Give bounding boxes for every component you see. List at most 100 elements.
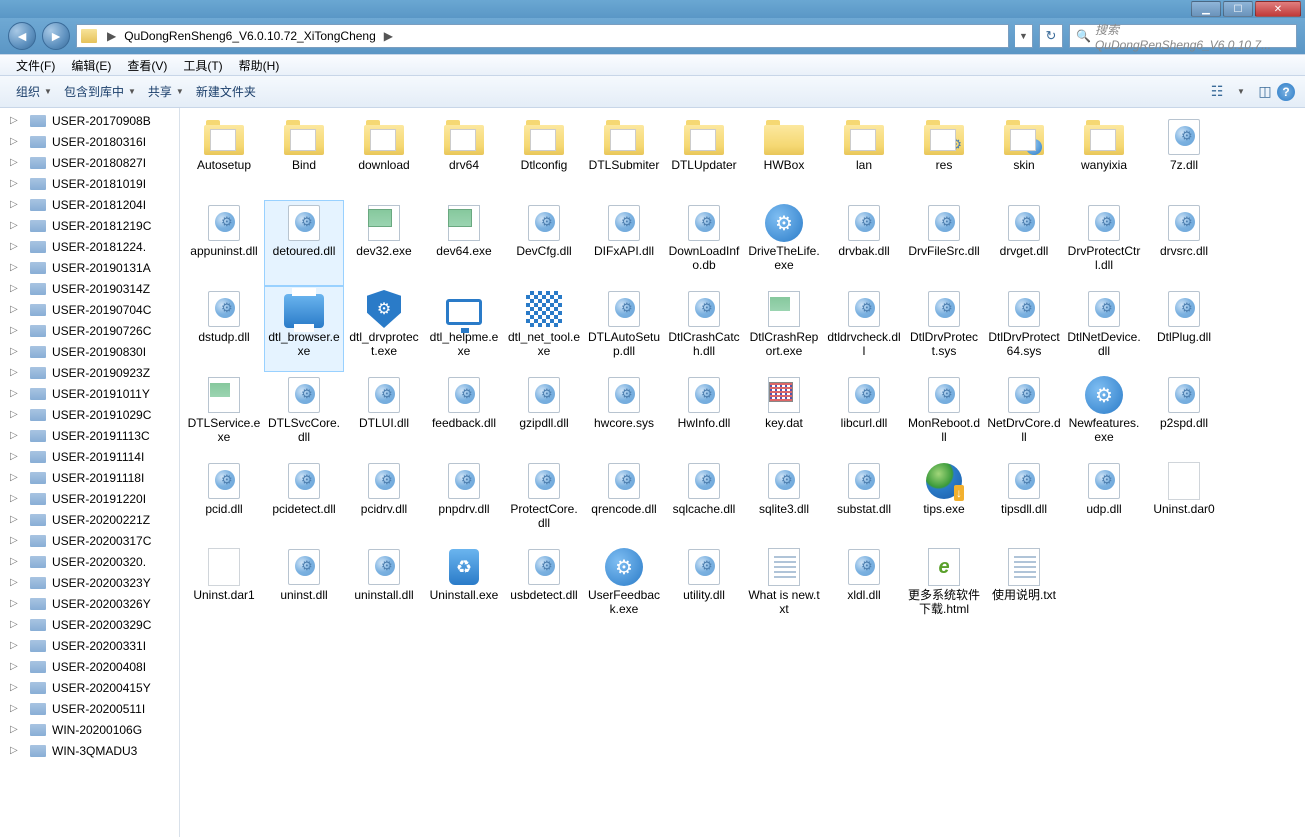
file-item[interactable]: drv64 — [424, 114, 504, 200]
file-item[interactable]: uninst.dll — [264, 544, 344, 630]
file-item[interactable]: libcurl.dll — [824, 372, 904, 458]
chevron-down-icon[interactable]: ▼ — [1229, 80, 1253, 104]
file-item[interactable]: skin — [984, 114, 1064, 200]
tree-item[interactable]: ▷USER-20200511I — [0, 698, 179, 719]
file-item[interactable]: pcidrv.dll — [344, 458, 424, 544]
tree-item[interactable]: ▷USER-20191029C — [0, 404, 179, 425]
file-item[interactable]: xldl.dll — [824, 544, 904, 630]
new-folder-button[interactable]: 新建文件夹 — [190, 79, 262, 104]
file-view[interactable]: AutosetupBinddownloaddrv64DtlconfigDTLSu… — [180, 108, 1305, 837]
file-item[interactable]: detoured.dll — [264, 200, 344, 286]
file-item[interactable]: DrvFileSrc.dll — [904, 200, 984, 286]
back-button[interactable]: ◄ — [8, 22, 36, 50]
file-item[interactable]: appuninst.dll — [184, 200, 264, 286]
navigation-tree[interactable]: ▷USER-20170908B▷USER-20180316I▷USER-2018… — [0, 108, 180, 837]
file-item[interactable]: p2spd.dll — [1144, 372, 1224, 458]
tree-item[interactable]: ▷USER-20181019I — [0, 173, 179, 194]
file-item[interactable]: sqlcache.dll — [664, 458, 744, 544]
share-button[interactable]: 共享▼ — [142, 79, 190, 104]
tree-item[interactable]: ▷USER-20191114I — [0, 446, 179, 467]
file-item[interactable]: udp.dll — [1064, 458, 1144, 544]
tree-item[interactable]: ▷WIN-20200106G — [0, 719, 179, 740]
file-item[interactable]: 使用说明.txt — [984, 544, 1064, 630]
file-item[interactable]: tipsdll.dll — [984, 458, 1064, 544]
file-item[interactable]: DtlCrashCatch.dll — [664, 286, 744, 372]
file-item[interactable]: dtl_net_tool.exe — [504, 286, 584, 372]
file-item[interactable]: ⚙dtl_drvprotect.exe — [344, 286, 424, 372]
file-item[interactable]: What is new.txt — [744, 544, 824, 630]
file-item[interactable]: DrvProtectCtrl.dll — [1064, 200, 1144, 286]
tree-item[interactable]: ▷USER-20181224. — [0, 236, 179, 257]
breadcrumb-folder[interactable]: QuDongRenSheng6_V6.0.10.72_XiTongCheng — [120, 29, 380, 43]
tree-item[interactable]: ▷USER-20191011Y — [0, 383, 179, 404]
tree-item[interactable]: ▷USER-20200415Y — [0, 677, 179, 698]
menu-edit[interactable]: 编辑(E) — [63, 55, 119, 76]
file-item[interactable]: DTLSvcCore.dll — [264, 372, 344, 458]
refresh-button[interactable]: ↻ — [1039, 24, 1063, 48]
file-item[interactable]: dtl_helpme.exe — [424, 286, 504, 372]
file-item[interactable]: gzipdll.dll — [504, 372, 584, 458]
search-input[interactable]: 🔍 搜索 QuDongRenSheng6_V6.0.10.7... — [1069, 24, 1297, 48]
file-item[interactable]: DTLService.exe — [184, 372, 264, 458]
expand-icon[interactable]: ▷ — [10, 283, 18, 294]
address-bar[interactable]: ▶ QuDongRenSheng6_V6.0.10.72_XiTongCheng… — [76, 24, 1009, 48]
file-item[interactable]: pnpdrv.dll — [424, 458, 504, 544]
address-dropdown[interactable]: ▼ — [1015, 24, 1033, 48]
forward-button[interactable]: ► — [42, 22, 70, 50]
expand-icon[interactable]: ▷ — [10, 577, 18, 588]
file-item[interactable]: DtlCrashReport.exe — [744, 286, 824, 372]
file-item[interactable]: feedback.dll — [424, 372, 504, 458]
expand-icon[interactable]: ▷ — [10, 682, 18, 693]
expand-icon[interactable]: ▷ — [10, 220, 18, 231]
help-button[interactable]: ? — [1277, 83, 1295, 101]
file-item[interactable]: drvbak.dll — [824, 200, 904, 286]
file-item[interactable]: DtlDrvProtect.sys — [904, 286, 984, 372]
file-item[interactable]: usbdetect.dll — [504, 544, 584, 630]
preview-pane-button[interactable]: ◫ — [1253, 80, 1277, 104]
file-item[interactable]: dev32.exe — [344, 200, 424, 286]
expand-icon[interactable]: ▷ — [10, 115, 18, 126]
tree-item[interactable]: ▷USER-20170908B — [0, 110, 179, 131]
file-item[interactable]: Dtlconfig — [504, 114, 584, 200]
file-item[interactable]: Uninst.dar1 — [184, 544, 264, 630]
tree-item[interactable]: ▷USER-20191220I — [0, 488, 179, 509]
file-item[interactable]: dstudp.dll — [184, 286, 264, 372]
breadcrumb-arrow[interactable]: ▶ — [380, 29, 397, 43]
expand-icon[interactable]: ▷ — [10, 325, 18, 336]
file-item[interactable]: DIFxAPI.dll — [584, 200, 664, 286]
expand-icon[interactable]: ▷ — [10, 451, 18, 462]
file-item[interactable]: Autosetup — [184, 114, 264, 200]
expand-icon[interactable]: ▷ — [10, 430, 18, 441]
file-item[interactable]: key.dat — [744, 372, 824, 458]
menu-help[interactable]: 帮助(H) — [231, 55, 288, 76]
tree-item[interactable]: ▷USER-20180316I — [0, 131, 179, 152]
tree-item[interactable]: ▷USER-20190704C — [0, 299, 179, 320]
menu-view[interactable]: 查看(V) — [119, 55, 175, 76]
menu-tools[interactable]: 工具(T) — [175, 55, 230, 76]
file-item[interactable]: uninstall.dll — [344, 544, 424, 630]
file-item[interactable]: download — [344, 114, 424, 200]
expand-icon[interactable]: ▷ — [10, 703, 18, 714]
file-item[interactable]: DTLSubmiter — [584, 114, 664, 200]
file-item[interactable]: 7z.dll — [1144, 114, 1224, 200]
expand-icon[interactable]: ▷ — [10, 178, 18, 189]
tree-item[interactable]: ▷USER-20200221Z — [0, 509, 179, 530]
tree-item[interactable]: ▷USER-20200326Y — [0, 593, 179, 614]
file-item[interactable]: substat.dll — [824, 458, 904, 544]
file-item[interactable]: utility.dll — [664, 544, 744, 630]
file-item[interactable]: drvget.dll — [984, 200, 1064, 286]
file-item[interactable]: ⚙DriveTheLife.exe — [744, 200, 824, 286]
tree-item[interactable]: ▷USER-20200331I — [0, 635, 179, 656]
file-item[interactable]: tips.exe — [904, 458, 984, 544]
expand-icon[interactable]: ▷ — [10, 199, 18, 210]
file-item[interactable]: DtlNetDevice.dll — [1064, 286, 1144, 372]
expand-icon[interactable]: ▷ — [10, 745, 18, 756]
file-item[interactable]: pcidetect.dll — [264, 458, 344, 544]
tree-item[interactable]: ▷USER-20180827I — [0, 152, 179, 173]
file-item[interactable]: NetDrvCore.dll — [984, 372, 1064, 458]
tree-item[interactable]: ▷USER-20200320. — [0, 551, 179, 572]
file-item[interactable]: HwInfo.dll — [664, 372, 744, 458]
file-item[interactable]: Bind — [264, 114, 344, 200]
expand-icon[interactable]: ▷ — [10, 472, 18, 483]
file-item[interactable]: DevCfg.dll — [504, 200, 584, 286]
